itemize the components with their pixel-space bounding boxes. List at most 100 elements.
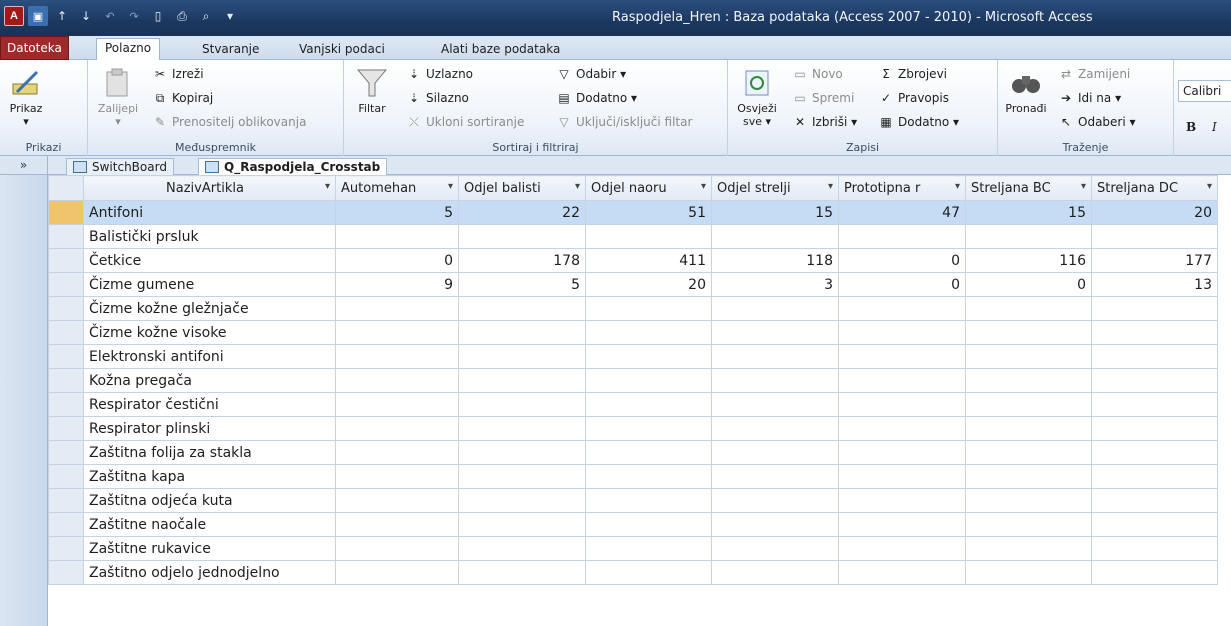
- quantity-cell[interactable]: [335, 392, 459, 417]
- quantity-cell[interactable]: 9: [335, 272, 459, 297]
- nav-pane-toggle[interactable]: »: [0, 156, 48, 175]
- item-name-cell[interactable]: Čizme kožne gležnjače: [83, 296, 336, 321]
- quantity-cell[interactable]: [711, 296, 839, 321]
- quantity-cell[interactable]: [838, 464, 966, 489]
- redo-icon[interactable]: ↷: [124, 6, 144, 26]
- quantity-cell[interactable]: [458, 440, 586, 465]
- item-name-cell[interactable]: Respirator čestični: [83, 392, 336, 417]
- quantity-cell[interactable]: [711, 512, 839, 537]
- quantity-cell[interactable]: 118: [711, 248, 839, 273]
- quantity-cell[interactable]: [838, 368, 966, 393]
- column-header[interactable]: ▾ Odjel balisti: [458, 175, 586, 201]
- replace-button[interactable]: ⇄ Zamijeni: [1058, 66, 1130, 82]
- column-dropdown-icon[interactable]: ▾: [1081, 181, 1086, 192]
- quantity-cell[interactable]: [965, 560, 1092, 585]
- copy-button[interactable]: ⧉ Kopiraj: [152, 90, 213, 106]
- table-row[interactable]: Zaštitne naočale: [48, 512, 1218, 537]
- quantity-cell[interactable]: [711, 464, 839, 489]
- column-dropdown-icon[interactable]: ▾: [575, 181, 580, 192]
- quantity-cell[interactable]: [965, 224, 1092, 249]
- column-header[interactable]: ▾ Streljana BC: [965, 175, 1092, 201]
- quantity-cell[interactable]: [1091, 440, 1218, 465]
- table-row[interactable]: Zaštitne rukavice: [48, 536, 1218, 561]
- table-row[interactable]: Balistički prsluk: [48, 224, 1218, 249]
- item-name-cell[interactable]: Zaštitno odjelo jednodjelno: [83, 560, 336, 585]
- row-selector[interactable]: [48, 368, 84, 393]
- quantity-cell[interactable]: [711, 416, 839, 441]
- item-name-cell[interactable]: Zaštitne naočale: [83, 512, 336, 537]
- table-row[interactable]: Zaštitna kapa: [48, 464, 1218, 489]
- quantity-cell[interactable]: [1091, 344, 1218, 369]
- quantity-cell[interactable]: [585, 368, 712, 393]
- quantity-cell[interactable]: [1091, 392, 1218, 417]
- remove-sort-button[interactable]: ⤬ Ukloni sortiranje: [406, 114, 524, 130]
- quantity-cell[interactable]: [1091, 536, 1218, 561]
- save-record-button[interactable]: ▭ Spremi: [792, 90, 854, 106]
- column-dropdown-icon[interactable]: ▾: [955, 181, 960, 192]
- quantity-cell[interactable]: 15: [965, 200, 1092, 225]
- quantity-cell[interactable]: 0: [335, 248, 459, 273]
- cut-button[interactable]: ✂ Izreži: [152, 66, 204, 82]
- quantity-cell[interactable]: [711, 392, 839, 417]
- row-selector[interactable]: [48, 464, 84, 489]
- quantity-cell[interactable]: [711, 536, 839, 561]
- quantity-cell[interactable]: 178: [458, 248, 586, 273]
- delete-dropdown[interactable]: ✕ Izbriši ▾: [792, 114, 857, 130]
- quantity-cell[interactable]: [1091, 488, 1218, 513]
- quantity-cell[interactable]: [458, 488, 586, 513]
- column-dropdown-icon[interactable]: ▾: [448, 181, 453, 192]
- quantity-cell[interactable]: [458, 224, 586, 249]
- column-dropdown-icon[interactable]: ▾: [1207, 181, 1212, 192]
- table-row[interactable]: Respirator plinski: [48, 416, 1218, 441]
- quantity-cell[interactable]: [838, 440, 966, 465]
- quantity-cell[interactable]: 411: [585, 248, 712, 273]
- tab-database-tools[interactable]: Alati baze podataka: [433, 40, 568, 60]
- item-name-cell[interactable]: Kožna pregača: [83, 368, 336, 393]
- quantity-cell[interactable]: [458, 392, 586, 417]
- quantity-cell[interactable]: 15: [711, 200, 839, 225]
- quantity-cell[interactable]: 5: [335, 200, 459, 225]
- quantity-cell[interactable]: [711, 368, 839, 393]
- quantity-cell[interactable]: [838, 392, 966, 417]
- save-icon[interactable]: ▣: [28, 6, 48, 26]
- quantity-cell[interactable]: [335, 488, 459, 513]
- item-name-cell[interactable]: Elektronski antifoni: [83, 344, 336, 369]
- quantity-cell[interactable]: [1091, 296, 1218, 321]
- table-row[interactable]: Zaštitno odjelo jednodjelno: [48, 560, 1218, 585]
- quantity-cell[interactable]: [1091, 512, 1218, 537]
- quantity-cell[interactable]: [335, 464, 459, 489]
- quantity-cell[interactable]: 20: [585, 272, 712, 297]
- quantity-cell[interactable]: [838, 488, 966, 513]
- quantity-cell[interactable]: [1091, 560, 1218, 585]
- column-header[interactable]: ▾ Streljana DC: [1091, 175, 1218, 201]
- quantity-cell[interactable]: [585, 560, 712, 585]
- item-name-cell[interactable]: Čizme kožne visoke: [83, 320, 336, 345]
- select-all-corner[interactable]: [48, 175, 84, 201]
- quantity-cell[interactable]: [711, 320, 839, 345]
- quantity-cell[interactable]: [965, 320, 1092, 345]
- item-name-cell[interactable]: Zaštitne rukavice: [83, 536, 336, 561]
- quantity-cell[interactable]: [458, 464, 586, 489]
- quantity-cell[interactable]: [965, 392, 1092, 417]
- row-selector[interactable]: [48, 440, 84, 465]
- quantity-cell[interactable]: [585, 224, 712, 249]
- quantity-cell[interactable]: [838, 416, 966, 441]
- quantity-cell[interactable]: 5: [458, 272, 586, 297]
- quantity-cell[interactable]: [838, 536, 966, 561]
- quantity-cell[interactable]: [335, 560, 459, 585]
- column-dropdown-icon[interactable]: ▾: [828, 181, 833, 192]
- select-dropdown[interactable]: ↖ Odaberi ▾: [1058, 114, 1136, 130]
- table-row[interactable]: Zaštitna folija za stakla: [48, 440, 1218, 465]
- quantity-cell[interactable]: [711, 224, 839, 249]
- print-preview-icon[interactable]: ⌕: [196, 6, 216, 26]
- column-header[interactable]: ▾ Odjel strelji: [711, 175, 839, 201]
- customize-toolbar-icon[interactable]: ▾: [220, 6, 240, 26]
- quantity-cell[interactable]: [335, 320, 459, 345]
- item-name-cell[interactable]: Balistički prsluk: [83, 224, 336, 249]
- quantity-cell[interactable]: [335, 536, 459, 561]
- quantity-cell[interactable]: [965, 368, 1092, 393]
- new-record-button[interactable]: ▭ Novo: [792, 66, 842, 82]
- more-records-dropdown[interactable]: ▦ Dodatno ▾: [878, 114, 959, 130]
- quantity-cell[interactable]: [838, 344, 966, 369]
- paste-button[interactable]: Zalijepi ▾: [96, 66, 140, 128]
